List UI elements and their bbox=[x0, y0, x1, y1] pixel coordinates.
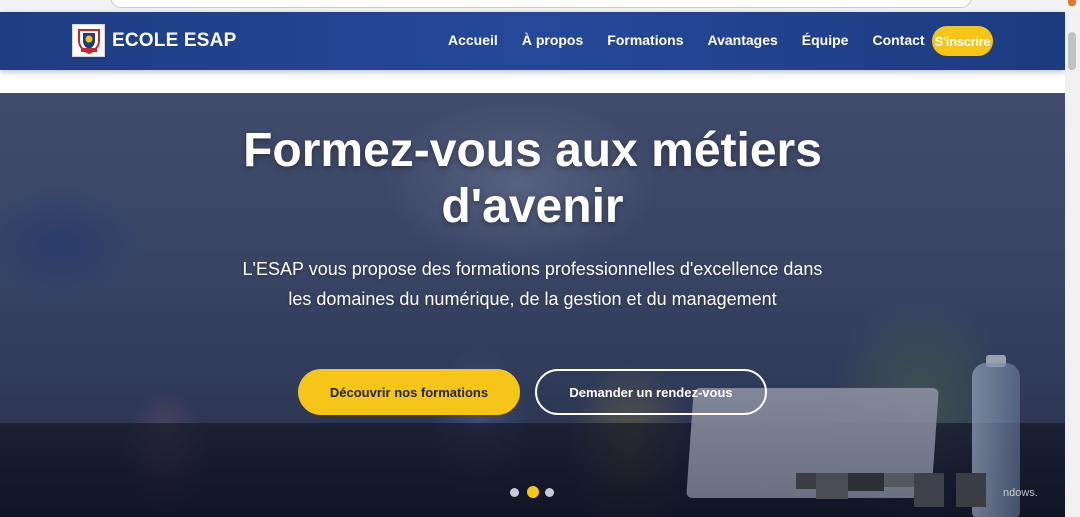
redaction-block bbox=[796, 473, 816, 489]
redaction-block bbox=[816, 473, 848, 499]
redaction-block bbox=[914, 473, 944, 507]
hero-subtitle: L'ESAP vous propose des formations profe… bbox=[242, 259, 823, 309]
nav-link-contact[interactable]: Contact bbox=[872, 32, 924, 48]
extension-icon[interactable] bbox=[1068, 0, 1076, 6]
os-activation-watermark: ndows. bbox=[1003, 487, 1038, 499]
school-crest-icon bbox=[72, 24, 105, 57]
carousel-dot-2-active[interactable] bbox=[527, 486, 539, 498]
page-scrollbar[interactable] bbox=[1065, 12, 1080, 517]
address-bar[interactable]: / / / / / bbox=[110, 0, 972, 8]
carousel-dot-3[interactable] bbox=[545, 487, 554, 497]
nav-link-equipe[interactable]: Équipe bbox=[802, 32, 849, 48]
brand-name: ECOLE ESAP bbox=[112, 29, 237, 51]
request-appointment-button[interactable]: Demander un rendez-vous bbox=[535, 369, 767, 415]
address-bar-text: / / / / / bbox=[137, 0, 165, 1]
signup-button[interactable]: S'inscrire bbox=[932, 26, 993, 56]
carousel-dot-1[interactable] bbox=[510, 487, 519, 497]
discover-formations-button[interactable]: Découvrir nos formations bbox=[298, 369, 520, 415]
redaction-block bbox=[956, 473, 986, 507]
carousel-indicators bbox=[510, 486, 562, 498]
brand-logo-link[interactable]: ECOLE ESAP bbox=[72, 24, 236, 57]
nav-link-a-propos[interactable]: À propos bbox=[522, 32, 583, 48]
nav-link-avantages[interactable]: Avantages bbox=[708, 32, 778, 48]
redaction-block bbox=[848, 473, 884, 491]
hero-section: Formez-vous aux métiers d'avenir L'ESAP … bbox=[0, 93, 1065, 517]
main-nav: Accueil À propos Formations Avantages Éq… bbox=[448, 32, 949, 48]
site-navbar: ECOLE ESAP Accueil À propos Formations A… bbox=[0, 12, 1065, 70]
page-scrollbar-thumb[interactable] bbox=[1068, 32, 1076, 70]
nav-link-formations[interactable]: Formations bbox=[607, 32, 683, 48]
redaction-block bbox=[884, 473, 914, 487]
hero-title: Formez-vous aux métiers d'avenir bbox=[243, 124, 822, 233]
browser-toolbar: / / / / / bbox=[0, 0, 1080, 12]
nav-link-accueil[interactable]: Accueil bbox=[448, 32, 498, 48]
